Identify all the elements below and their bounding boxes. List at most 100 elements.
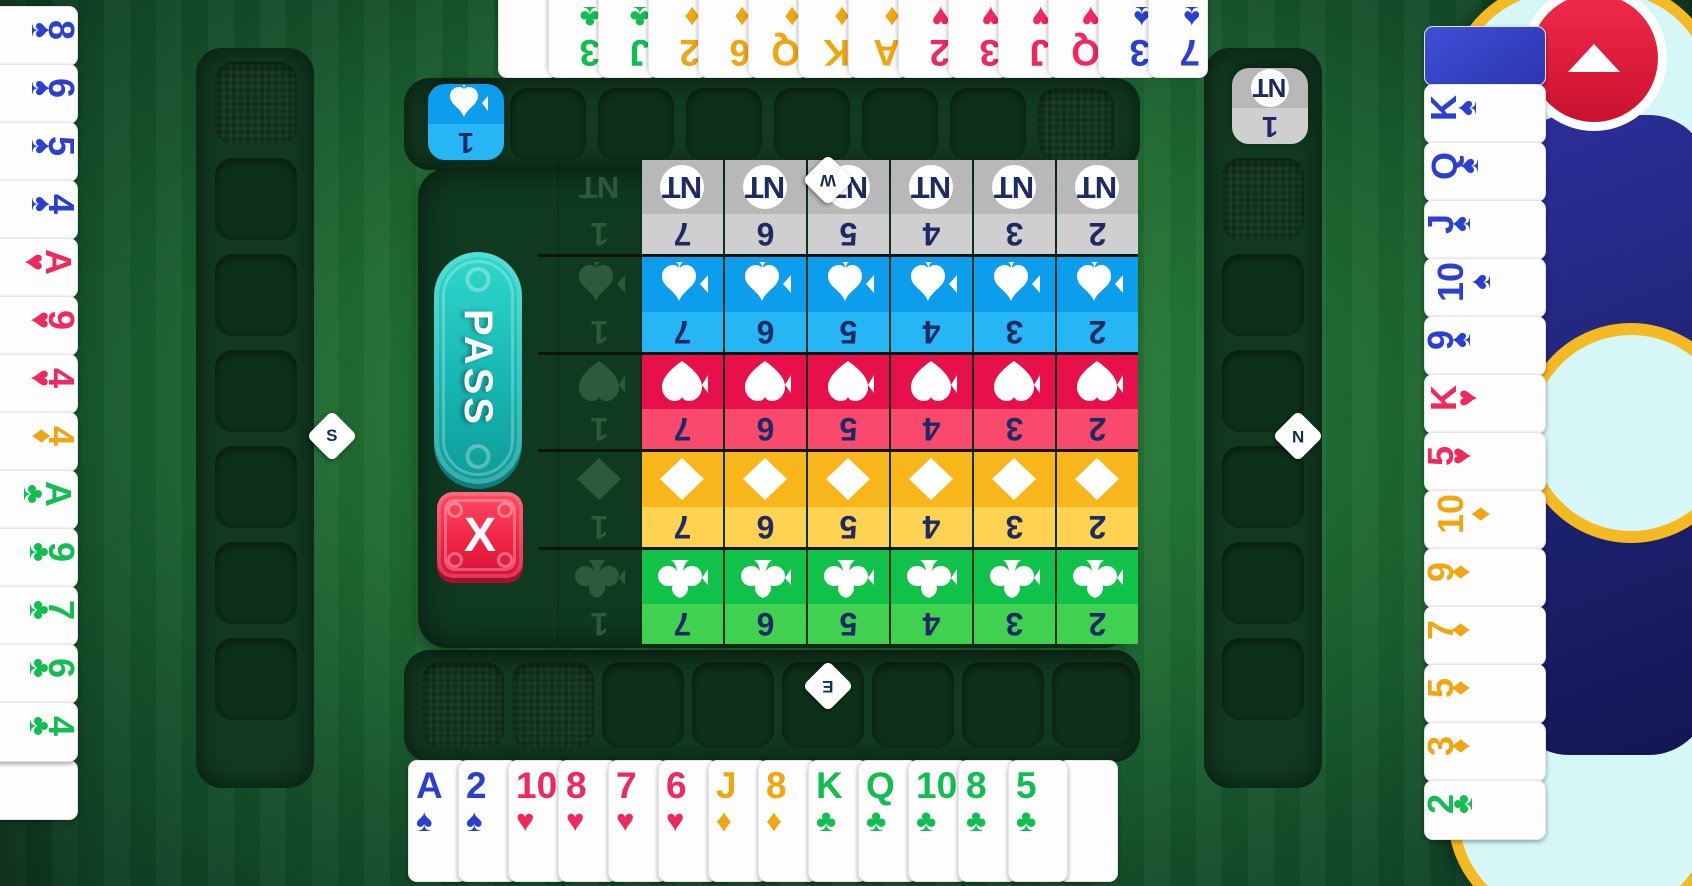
card-east-7-diamond[interactable]: 7 ♦ — [1424, 606, 1546, 666]
card-east-9-spade[interactable]: 9 ♠ — [1424, 316, 1546, 376]
card-corner: 6 ♣ — [23, 650, 77, 686]
card-north-7-spade[interactable]: 7 ♠ — [1148, 0, 1208, 78]
bid-cell-4-spade[interactable]: 4 — [889, 257, 972, 352]
bid-slot-n3[interactable] — [686, 88, 762, 160]
bid-slot-s8[interactable] — [1052, 662, 1134, 748]
club-icon — [974, 549, 1055, 604]
bid-cell-3-spade[interactable]: 3 — [972, 257, 1055, 352]
card-corner: 8 ♦ — [766, 767, 787, 836]
trick-slot-w2[interactable] — [215, 158, 297, 240]
bid-cell-3-club[interactable]: 3 — [972, 549, 1055, 644]
bid-cell-6-heart[interactable]: 6 — [723, 354, 806, 450]
card-west-A-heart[interactable]: A ♥ — [0, 238, 78, 298]
trick-slot-e1[interactable] — [1222, 158, 1304, 240]
card-west-7-club[interactable]: 7 ♣ — [0, 586, 78, 646]
card-west-4-club[interactable]: 4 ♣ — [0, 702, 78, 762]
bid-cell-7-spade[interactable]: 7 — [640, 257, 723, 352]
bid-cell-7-club[interactable]: 7 — [640, 549, 723, 644]
card-east-3-diamond[interactable]: 3 ♦ — [1424, 722, 1546, 782]
card-west-9-heart[interactable]: 9 ♥ — [0, 296, 78, 356]
card-east-J-spade[interactable]: J ♠ — [1424, 200, 1546, 260]
bid-grid[interactable]: 2 3 4 5 6 7 1 2 3 4 5 6 7 1 2 3 4 5 6 7 1 2 3 4 5 6 7 1 2 NT 3 NT 4 NT 5 NT… — [538, 160, 1138, 644]
bid-cell-5-spade[interactable]: 5 — [806, 257, 889, 352]
bid-slot-s2[interactable] — [512, 662, 594, 748]
trick-slot-w5[interactable] — [215, 446, 297, 528]
bid-slot-n6[interactable] — [950, 88, 1026, 160]
trick-slot-e5[interactable] — [1222, 542, 1304, 624]
bid-cell-7-notrump[interactable]: 7 NT — [640, 160, 723, 255]
bid-slot-n5[interactable] — [862, 88, 938, 160]
pass-button[interactable]: PASS — [434, 252, 522, 484]
trick-slot-w1[interactable] — [215, 62, 297, 144]
spade-icon — [891, 257, 972, 312]
bid-cell-4-diamond[interactable]: 4 — [889, 452, 972, 547]
bid-cell-7-heart[interactable]: 7 — [640, 354, 723, 450]
card-east-K-spade[interactable]: K ♠ — [1424, 84, 1546, 144]
bid-cell-2-heart[interactable]: 2 — [1055, 354, 1138, 450]
bid-level-label: 4 — [891, 214, 972, 255]
card-east-2-club[interactable]: 2 ♣ — [1424, 780, 1546, 840]
bid-cell-6-diamond[interactable]: 6 — [723, 452, 806, 547]
card-west-A-club[interactable]: A ♣ — [0, 470, 78, 530]
card-east-K-heart[interactable]: K ♥ — [1424, 374, 1546, 434]
club-icon — [808, 549, 889, 604]
card-west-4-spade[interactable]: 4 ♠ — [0, 180, 78, 240]
bid-cell-4-club[interactable]: 4 — [889, 549, 972, 644]
card-rank: 2 — [929, 32, 950, 73]
card-east-10-spade[interactable]: 10 ♠ — [1424, 258, 1546, 318]
bid-cell-5-club[interactable]: 5 — [806, 549, 889, 644]
bid-cell-3-heart[interactable]: 3 — [972, 354, 1055, 450]
card-west-5-spade[interactable]: 5 ♠ — [0, 122, 78, 182]
bid-slot-s1[interactable] — [422, 662, 504, 748]
card-west-6-spade[interactable]: 6 ♠ — [0, 64, 78, 124]
card-east-5-heart[interactable]: 5 ♥ — [1424, 432, 1546, 492]
bid-slot-n1[interactable] — [510, 88, 586, 160]
card-east-5-diamond[interactable]: 5 ♦ — [1424, 664, 1546, 724]
bid-cell-3-diamond[interactable]: 3 — [972, 452, 1055, 547]
bid-cell-4-heart[interactable]: 4 — [889, 354, 972, 450]
bid-cell-5-heart[interactable]: 5 — [806, 354, 889, 450]
bid-cell-6-club[interactable]: 6 — [723, 549, 806, 644]
bid-slot-s7[interactable] — [962, 662, 1044, 748]
bid-cell-7-diamond[interactable]: 7 — [640, 452, 723, 547]
bid-cell-2-spade[interactable]: 2 — [1055, 257, 1138, 352]
trick-slot-w6[interactable] — [215, 542, 297, 624]
trick-slot-e2[interactable] — [1222, 254, 1304, 336]
card-south-5-club[interactable]: 5 ♣ — [1008, 760, 1068, 882]
card-west-4-diamond[interactable]: 4 ♦ — [0, 412, 78, 472]
bid-slot-s6[interactable] — [872, 662, 954, 748]
card-east-9-diamond[interactable]: 9 ♦ — [1424, 548, 1546, 608]
notrump-icon: NT — [642, 160, 723, 215]
bid-cell-3-notrump[interactable]: 3 NT — [972, 160, 1055, 255]
trick-slot-e4[interactable] — [1222, 446, 1304, 528]
card-east-10-diamond[interactable]: 10 ♦ — [1424, 490, 1546, 550]
bid-cell-4-notrump[interactable]: 4 NT — [889, 160, 972, 255]
bid-cell-5-diamond[interactable]: 5 — [806, 452, 889, 547]
bid-cell-6-notrump[interactable]: 6 NT — [723, 160, 806, 255]
card-east-facedown[interactable] — [1424, 26, 1546, 86]
card-west-6-club[interactable]: 6 ♣ — [0, 644, 78, 704]
trick-slot-w7[interactable] — [215, 638, 297, 720]
card-west-4-heart[interactable]: 4 ♥ — [0, 354, 78, 414]
bid-cell-1-spade: 1 — [557, 257, 640, 352]
bid-slot-s4[interactable] — [692, 662, 774, 748]
bid-cell-2-diamond[interactable]: 2 — [1055, 452, 1138, 547]
double-button[interactable]: X — [437, 492, 523, 578]
bid-cell-6-spade[interactable]: 6 — [723, 257, 806, 352]
bid-slot-s3[interactable] — [602, 662, 684, 748]
card-corner: 5 ♠ — [25, 128, 77, 164]
trick-slot-e6[interactable] — [1222, 638, 1304, 720]
card-west-9-club[interactable]: 9 ♣ — [0, 528, 78, 588]
trick-slot-w3[interactable] — [215, 254, 297, 336]
bid-cell-2-notrump[interactable]: 2 NT — [1055, 160, 1138, 255]
card-west-8-spade[interactable]: 8 ♠ — [0, 6, 78, 66]
card-east-Q-spade[interactable]: Q ♠ — [1424, 142, 1546, 202]
card-west-slot-empty[interactable] — [0, 760, 78, 820]
trick-slot-w4[interactable] — [215, 350, 297, 432]
bid-slot-n7[interactable] — [1038, 88, 1114, 160]
bid-slot-n4[interactable] — [774, 88, 850, 160]
card-corner: 5 ♣ — [1016, 767, 1037, 836]
diamond-icon: ♦ — [1463, 506, 1497, 522]
bid-slot-n2[interactable] — [598, 88, 674, 160]
bid-cell-2-club[interactable]: 2 — [1055, 549, 1138, 644]
